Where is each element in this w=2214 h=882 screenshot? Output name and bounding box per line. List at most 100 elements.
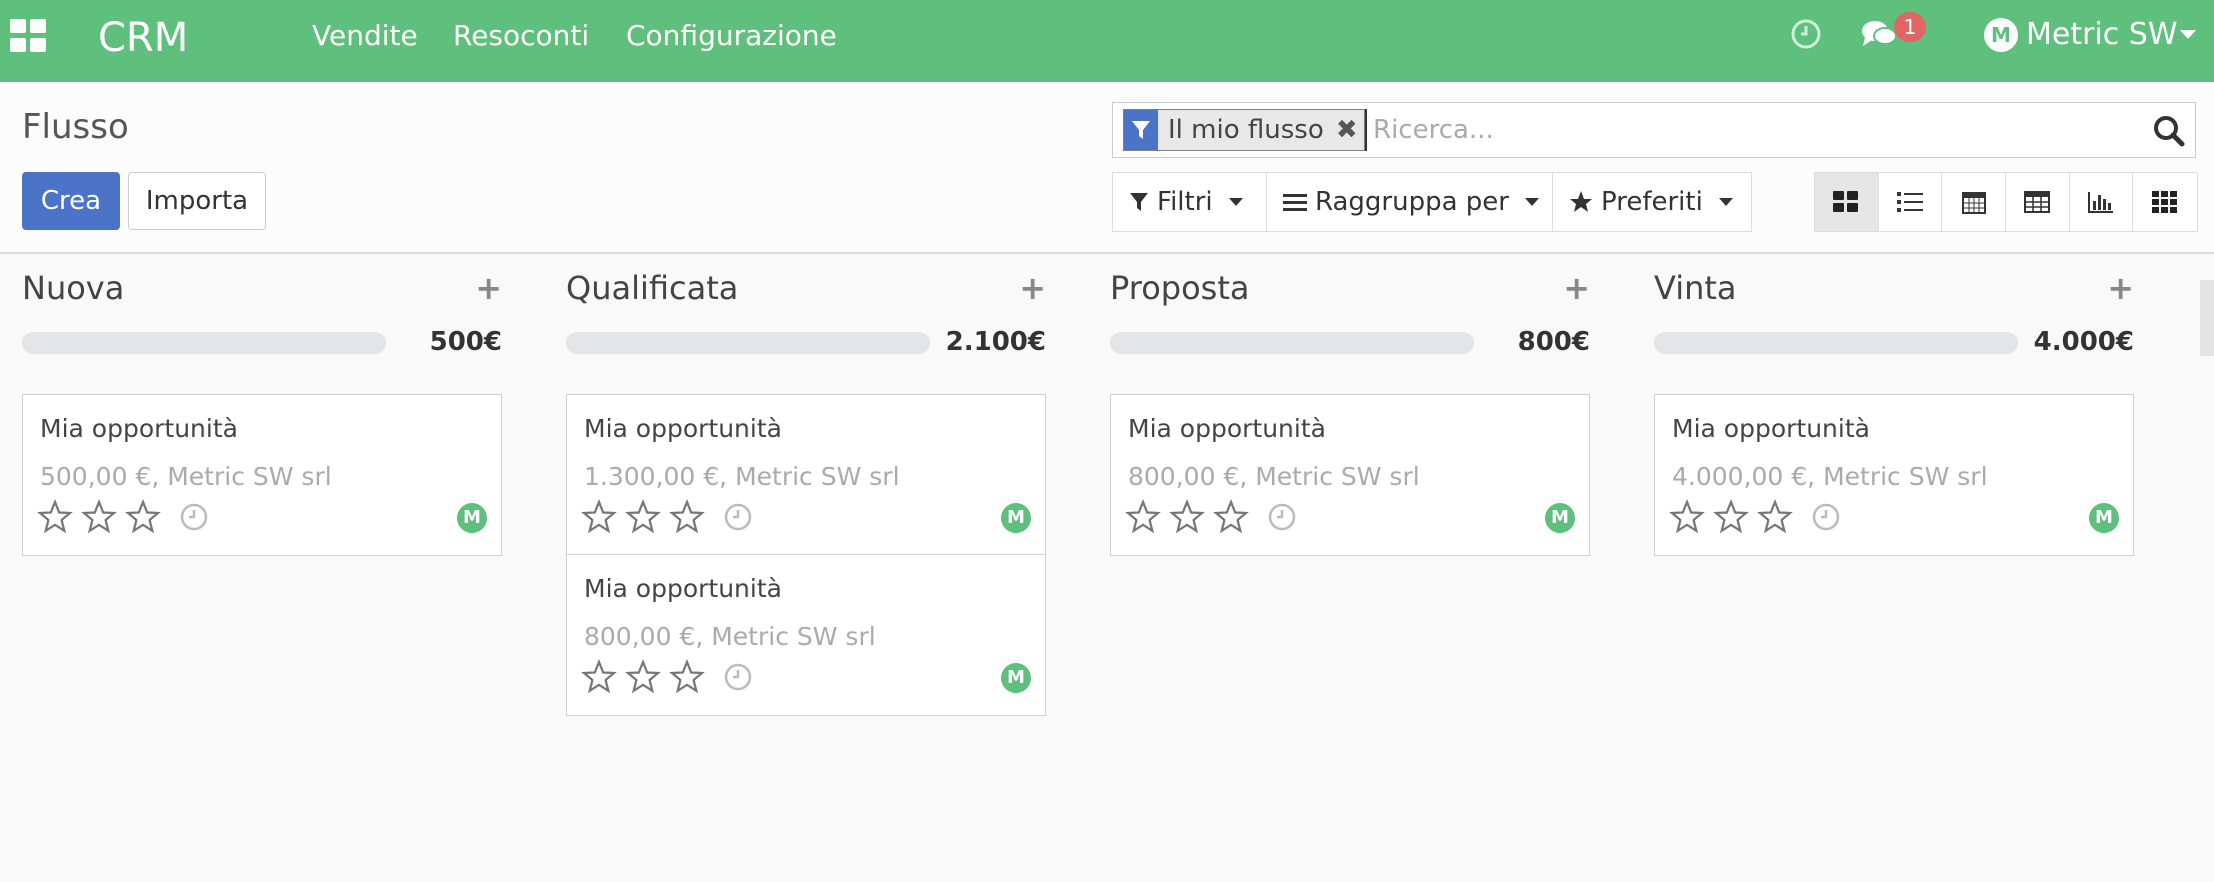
- salesperson-avatar[interactable]: M: [1001, 503, 1031, 533]
- star-outline-icon[interactable]: [625, 659, 661, 695]
- column-title[interactable]: Proposta: [1110, 266, 1249, 310]
- column-title[interactable]: Vinta: [1654, 266, 1737, 310]
- star-outline-icon[interactable]: [81, 499, 117, 535]
- menu-resoconti[interactable]: Resoconti: [453, 16, 589, 56]
- star-outline-icon[interactable]: [1669, 499, 1705, 535]
- column-progress-bar[interactable]: [566, 332, 930, 354]
- menu-vendite[interactable]: Vendite: [312, 16, 418, 56]
- messages-chat-icon[interactable]: [1860, 18, 1898, 50]
- calendar-icon: [1961, 192, 1986, 214]
- star-outline-icon[interactable]: [581, 499, 617, 535]
- caret-down-icon: [1228, 198, 1243, 206]
- activity-clock-icon[interactable]: [1811, 502, 1841, 532]
- app-brand[interactable]: CRM: [98, 10, 188, 66]
- kanban-card[interactable]: Mia opportunità 500,00 €, Metric SW srl …: [22, 394, 502, 556]
- user-menu-caret-icon[interactable]: [2180, 30, 2196, 39]
- caret-down-icon: [1718, 198, 1733, 206]
- funnel-icon: [1124, 110, 1158, 150]
- card-title: Mia opportunità: [584, 414, 782, 443]
- calendar-view-button[interactable]: [1942, 173, 2007, 231]
- search-input[interactable]: [1365, 109, 2125, 151]
- salesperson-avatar[interactable]: M: [2089, 503, 2119, 533]
- card-subtitle: 800,00 €, Metric SW srl: [584, 622, 876, 651]
- favorites-dropdown[interactable]: Preferiti: [1552, 172, 1752, 232]
- star-outline-icon[interactable]: [1757, 499, 1793, 535]
- add-card-icon[interactable]: +: [1563, 268, 1590, 308]
- column-title[interactable]: Nuova: [22, 266, 124, 310]
- column-progress-bar[interactable]: [22, 332, 386, 354]
- card-subtitle: 4.000,00 €, Metric SW srl: [1672, 462, 1988, 491]
- star-outline-icon[interactable]: [1713, 499, 1749, 535]
- caret-down-icon: [1525, 198, 1539, 206]
- star-outline-icon[interactable]: [669, 499, 705, 535]
- salesperson-avatar[interactable]: M: [1545, 503, 1575, 533]
- top-navbar: CRM Vendite Resoconti Configurazione 1 M…: [0, 0, 2214, 82]
- star-outline-icon[interactable]: [669, 659, 705, 695]
- star-outline-icon[interactable]: [625, 499, 661, 535]
- column-total: 500€: [429, 327, 502, 357]
- column-progress-bar[interactable]: [1654, 332, 2018, 354]
- card-title: Mia opportunità: [1128, 414, 1326, 443]
- kanban-card[interactable]: Mia opportunità 800,00 €, Metric SW srl …: [1110, 394, 1590, 556]
- card-title: Mia opportunità: [584, 574, 782, 603]
- control-panel: Flusso Crea Importa Il mio flusso ✖ Filt…: [0, 82, 2214, 254]
- create-button[interactable]: Crea: [22, 172, 120, 230]
- kanban-column-proposta: Proposta + 800€ Mia opportunità 800,00 €…: [1110, 254, 1590, 574]
- filters-label: Filtri: [1157, 187, 1213, 217]
- favorites-label: Preferiti: [1601, 187, 1703, 217]
- priority-stars: [37, 499, 209, 535]
- star-icon: [1570, 191, 1592, 212]
- kanban-card[interactable]: Mia opportunità 4.000,00 €, Metric SW sr…: [1654, 394, 2134, 556]
- kanban-column-nuova: Nuova + 500€ Mia opportunità 500,00 €, M…: [22, 254, 502, 574]
- salesperson-avatar[interactable]: M: [1001, 663, 1031, 693]
- messages-count-badge: 1: [1894, 12, 1926, 42]
- pivot-view-button[interactable]: [2006, 173, 2070, 231]
- bars-icon: [1283, 194, 1307, 211]
- page-title: Flusso: [22, 107, 129, 147]
- activity-clock-icon[interactable]: [723, 502, 753, 532]
- activity-clock-icon[interactable]: [179, 502, 209, 532]
- kanban-card[interactable]: Mia opportunità 1.300,00 €, Metric SW sr…: [566, 394, 1046, 556]
- column-title[interactable]: Qualificata: [566, 266, 738, 310]
- activity-clock-icon[interactable]: [1267, 502, 1297, 532]
- horizontal-scrollbar[interactable]: [2200, 280, 2214, 356]
- list-view-button[interactable]: [1879, 173, 1943, 231]
- star-outline-icon[interactable]: [1125, 499, 1161, 535]
- star-outline-icon[interactable]: [1169, 499, 1205, 535]
- star-outline-icon[interactable]: [581, 659, 617, 695]
- card-subtitle: 500,00 €, Metric SW srl: [40, 462, 332, 491]
- column-total: 800€: [1517, 327, 1590, 357]
- add-card-icon[interactable]: +: [2107, 268, 2134, 308]
- group-by-label: Raggruppa per: [1315, 187, 1509, 217]
- filters-dropdown[interactable]: Filtri: [1112, 172, 1268, 232]
- activity-clock-icon[interactable]: [1790, 18, 1822, 50]
- kanban-icon: [1833, 191, 1859, 212]
- user-avatar[interactable]: M: [1984, 18, 2018, 52]
- priority-stars: [1669, 499, 1841, 535]
- funnel-icon: [1130, 193, 1148, 211]
- activity-clock-icon[interactable]: [723, 662, 753, 692]
- kanban-card[interactable]: Mia opportunità 800,00 €, Metric SW srl …: [566, 554, 1046, 716]
- group-by-dropdown[interactable]: Raggruppa per: [1266, 172, 1554, 232]
- star-outline-icon[interactable]: [1213, 499, 1249, 535]
- menu-configurazione[interactable]: Configurazione: [626, 16, 837, 56]
- column-total: 4.000€: [2033, 327, 2134, 357]
- kanban-view-button[interactable]: [1815, 173, 1879, 231]
- kanban-column-vinta: Vinta + 4.000€ Mia opportunità 4.000,00 …: [1654, 254, 2134, 574]
- search-icon[interactable]: [2153, 115, 2185, 147]
- remove-facet-icon[interactable]: ✖: [1334, 110, 1360, 150]
- user-menu[interactable]: Metric SW: [2026, 14, 2178, 56]
- priority-stars: [581, 659, 753, 695]
- view-switcher: [1814, 172, 2198, 232]
- apps-menu-icon[interactable]: [10, 19, 50, 53]
- dashboard-view-button[interactable]: [2133, 173, 2197, 231]
- salesperson-avatar[interactable]: M: [457, 503, 487, 533]
- add-card-icon[interactable]: +: [475, 268, 502, 308]
- column-progress-bar[interactable]: [1110, 332, 1474, 354]
- list-icon: [1897, 192, 1923, 212]
- star-outline-icon[interactable]: [125, 499, 161, 535]
- import-button[interactable]: Importa: [128, 172, 266, 230]
- star-outline-icon[interactable]: [37, 499, 73, 535]
- add-card-icon[interactable]: +: [1019, 268, 1046, 308]
- graph-view-button[interactable]: [2070, 173, 2134, 231]
